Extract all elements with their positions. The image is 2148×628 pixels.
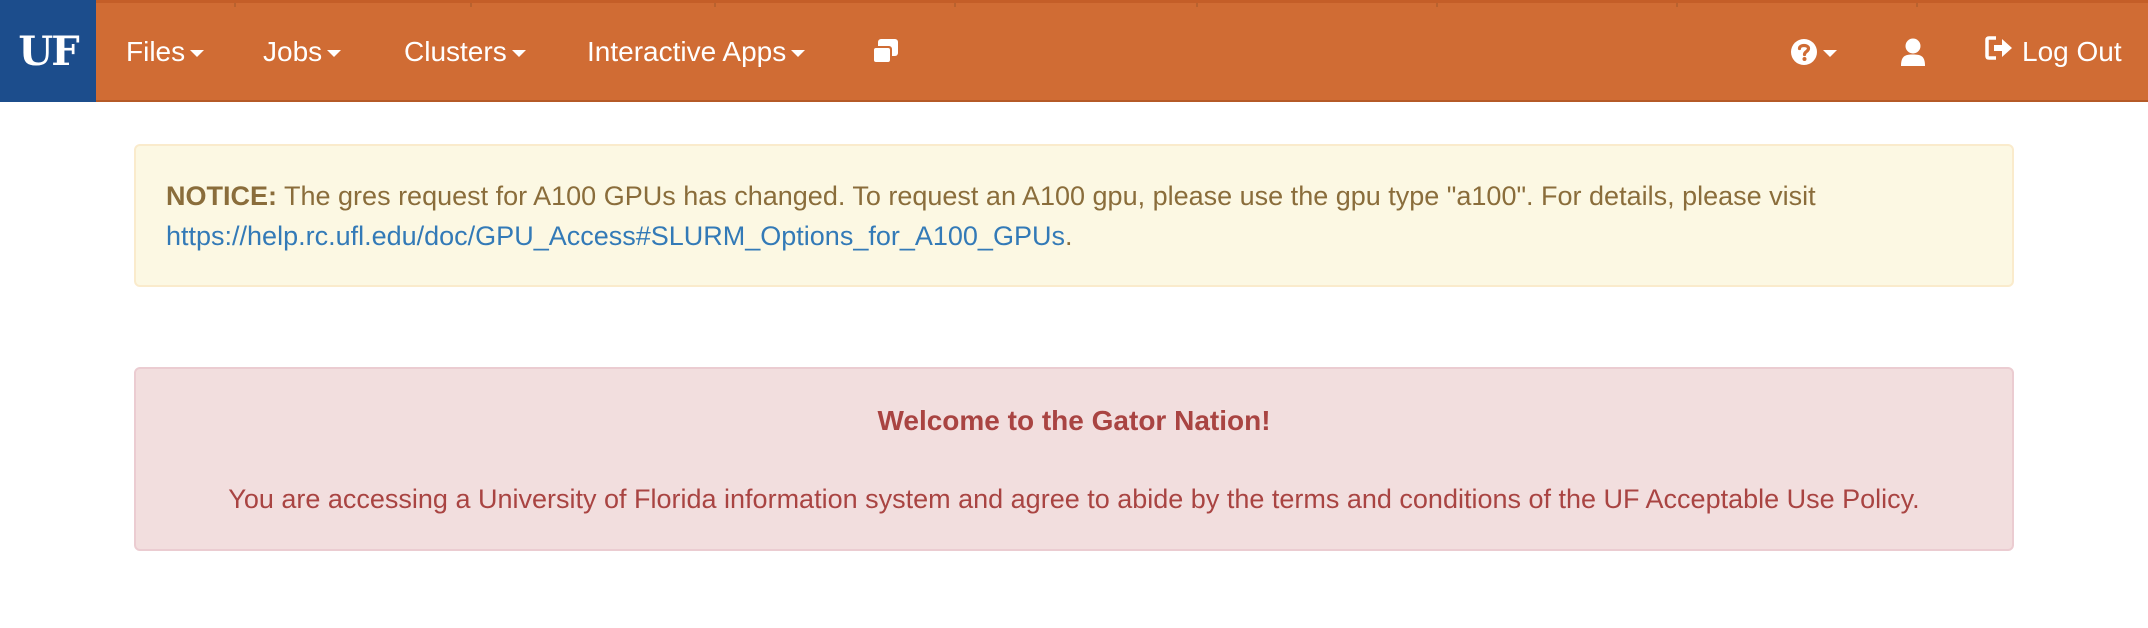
windows-stack-icon (870, 38, 900, 66)
gpu-access-link[interactable]: https://help.rc.ufl.edu/doc/GPU_Access#S… (166, 221, 1065, 251)
gpu-notice-alert: NOTICE: The gres request for A100 GPUs h… (134, 144, 2014, 287)
files-menu-label: Files (126, 35, 186, 67)
question-circle-icon (1790, 38, 1818, 66)
caret-down-icon (511, 49, 526, 57)
interactive-apps-menu[interactable]: Interactive Apps (587, 3, 806, 100)
top-navbar: UF Files Jobs Clusters Interactive Apps (0, 0, 2148, 102)
notice-text: The gres request for A100 GPUs has chang… (277, 181, 1816, 211)
user-icon (1899, 37, 1927, 67)
files-menu[interactable]: Files (126, 3, 205, 100)
uf-logo[interactable]: UF (0, 0, 96, 102)
jobs-menu[interactable]: Jobs (263, 3, 342, 100)
caret-down-icon (1823, 49, 1837, 57)
caret-down-icon (791, 49, 806, 57)
caret-down-icon (190, 49, 205, 57)
sign-out-icon (1984, 35, 2014, 68)
help-menu[interactable] (1790, 3, 1837, 100)
notice-suffix: . (1064, 221, 1073, 251)
interactive-apps-menu-label: Interactive Apps (587, 35, 787, 67)
welcome-title: Welcome to the Gator Nation! (877, 405, 1271, 436)
user-menu[interactable] (1899, 3, 1927, 100)
my-sessions-button[interactable] (870, 3, 900, 100)
notice-label: NOTICE: (166, 181, 277, 211)
clusters-menu-label: Clusters (404, 35, 507, 67)
logout-label: Log Out (2022, 35, 2122, 67)
jobs-menu-label: Jobs (263, 35, 323, 67)
welcome-alert: Welcome to the Gator Nation! You are acc… (134, 367, 2014, 551)
acceptable-use-text: You are accessing a University of Florid… (228, 484, 1920, 514)
caret-down-icon (327, 49, 342, 57)
clusters-menu[interactable]: Clusters (404, 3, 526, 100)
logout-button[interactable]: Log Out (1984, 3, 2122, 100)
